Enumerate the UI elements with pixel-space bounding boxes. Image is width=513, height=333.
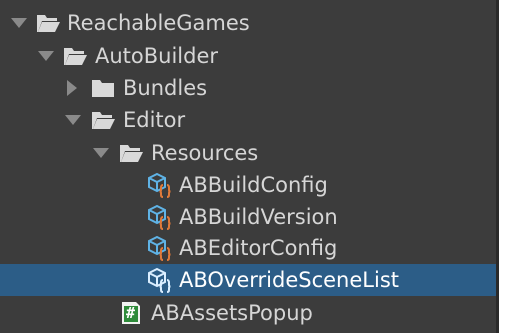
- folder-open-icon: [35, 10, 61, 36]
- tree-item-aboverridescenelist[interactable]: ABOverrideSceneList: [0, 264, 499, 296]
- tree-item-label: ABEditorConfig: [179, 236, 338, 260]
- tree-item-label: AutoBuilder: [95, 44, 219, 68]
- folder-open-icon: [118, 140, 144, 166]
- folder-open-icon: [62, 43, 88, 69]
- tree-item-label: ABOverrideSceneList: [179, 268, 399, 292]
- tree-item-abbuildversion[interactable]: ABBuildVersion: [0, 201, 499, 233]
- expand-arrow-icon[interactable]: [64, 104, 82, 136]
- tree-item-label: Editor: [123, 108, 186, 132]
- tree-item-label: ReachableGames: [67, 11, 250, 35]
- tree-item-bundles[interactable]: Bundles: [0, 72, 499, 104]
- scriptable-object-icon: [146, 204, 172, 230]
- folder-closed-icon: [90, 75, 116, 101]
- project-tree: ReachableGames AutoBuilder Bundles Edito…: [0, 0, 499, 333]
- tree-item-label: ABAssetsPopup: [151, 301, 313, 325]
- tree-item-reachablegames[interactable]: ReachableGames: [0, 7, 499, 39]
- expand-arrow-icon[interactable]: [10, 7, 28, 39]
- expand-arrow-icon[interactable]: [92, 137, 110, 169]
- tree-item-abassetspopup[interactable]: # ABAssetsPopup: [0, 297, 499, 329]
- panel-border: [496, 0, 499, 333]
- tree-item-resources[interactable]: Resources: [0, 137, 499, 169]
- tree-item-editor[interactable]: Editor: [0, 104, 499, 136]
- tree-item-abeditorconfig[interactable]: ABEditorConfig: [0, 232, 499, 264]
- tree-item-label: Bundles: [123, 76, 208, 100]
- scriptable-object-icon: [146, 267, 172, 293]
- tree-item-abbuildconfig[interactable]: ABBuildConfig: [0, 169, 499, 201]
- script-hash-glyph: #: [126, 304, 136, 322]
- scriptable-object-icon: [146, 172, 172, 198]
- scriptable-object-icon: [146, 235, 172, 261]
- collapse-arrow-icon[interactable]: [63, 72, 81, 104]
- tree-item-autobuilder[interactable]: AutoBuilder: [0, 40, 499, 72]
- expand-arrow-icon[interactable]: [37, 40, 55, 72]
- tree-item-label: ABBuildConfig: [179, 173, 328, 197]
- folder-open-icon: [90, 107, 116, 133]
- tree-item-label: Resources: [151, 141, 259, 165]
- tree-item-label: ABBuildVersion: [179, 205, 338, 229]
